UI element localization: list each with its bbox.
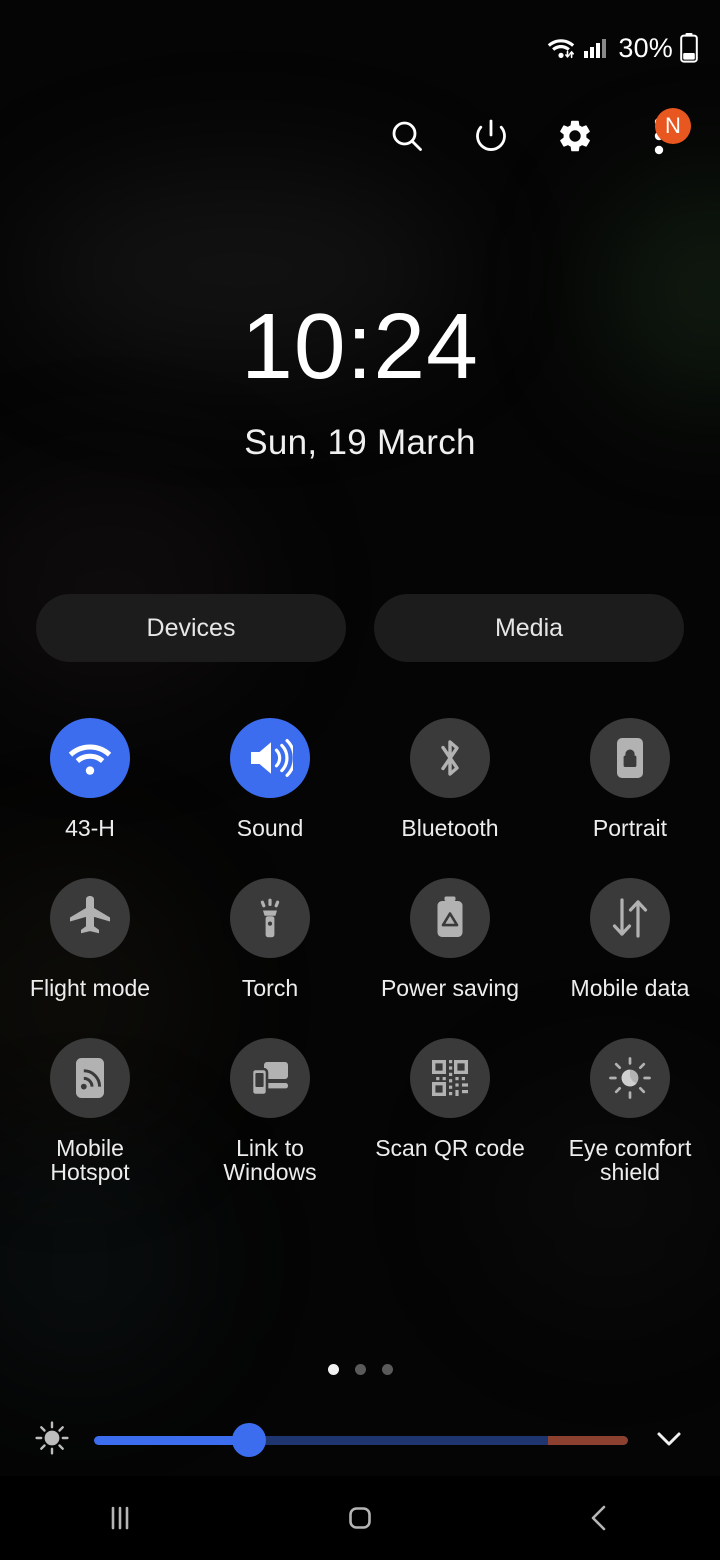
tile-scan-qr-code[interactable]: Scan QR code — [360, 1038, 540, 1184]
page-indicator[interactable] — [0, 1364, 720, 1375]
eye-comfort-icon — [590, 1038, 670, 1119]
media-button[interactable]: Media — [374, 594, 684, 662]
tile-label: Torch — [241, 975, 299, 1002]
brightness-warm-range — [547, 1435, 628, 1445]
power-icon[interactable] — [468, 113, 514, 159]
brightness-slider[interactable] — [94, 1419, 628, 1461]
notification-badge: N — [655, 108, 691, 144]
page-dot[interactable] — [381, 1364, 393, 1375]
tile-mobile-hotspot[interactable]: Mobile Hotspot — [0, 1038, 180, 1186]
tile-label: Sound — [236, 815, 304, 841]
brightness-sun-icon — [34, 1420, 70, 1461]
tile-label: Link to Windows — [223, 1135, 317, 1186]
devices-button[interactable]: Devices — [36, 594, 346, 662]
tile-link-to-windows[interactable]: Link to Windows — [180, 1038, 360, 1186]
battery-percentage: 30% — [618, 32, 673, 63]
tile-label: 43-H — [65, 815, 115, 841]
cellular-signal-icon — [583, 36, 607, 60]
home-icon[interactable] — [305, 1476, 415, 1560]
wallpaper-glow — [0, 470, 260, 710]
tile-label: Eye comfort shield — [568, 1135, 692, 1186]
tile-label: Bluetooth — [401, 815, 499, 841]
hotspot-icon — [50, 1038, 130, 1119]
brightness-row — [0, 1414, 720, 1466]
tile-torch[interactable]: Torch — [180, 878, 360, 1000]
tile-wifi[interactable]: 43-H — [0, 718, 180, 840]
more-vertical-icon[interactable]: N — [636, 108, 691, 159]
tile-flight-mode[interactable]: Flight mode — [0, 878, 180, 1000]
tile-label: Portrait — [592, 815, 668, 841]
rotation-lock-icon — [590, 718, 670, 798]
tile-mobile-data[interactable]: Mobile data — [540, 878, 720, 1000]
brightness-fill — [94, 1435, 249, 1445]
search-icon[interactable] — [384, 113, 430, 159]
tile-eye-comfort-shield[interactable]: Eye comfort shield — [540, 1038, 720, 1186]
navigation-bar — [0, 1476, 720, 1560]
tile-portrait[interactable]: Portrait — [540, 718, 720, 840]
back-icon[interactable] — [545, 1476, 655, 1560]
volume-icon — [230, 718, 310, 798]
gear-icon[interactable] — [552, 113, 598, 159]
brightness-track — [94, 1435, 628, 1445]
tile-power-saving[interactable]: Power saving — [360, 878, 540, 1000]
tile-label: Scan QR code — [375, 1135, 525, 1162]
clock-date: Sun, 19 March — [244, 423, 476, 462]
tile-label: Mobile Hotspot — [50, 1135, 130, 1186]
wifi-icon — [50, 718, 130, 798]
panel-header-actions: N — [0, 105, 720, 167]
battery-saver-icon — [410, 878, 490, 959]
clock-block[interactable]: 10:24 Sun, 19 March — [0, 300, 720, 463]
tile-bluetooth[interactable]: Bluetooth — [360, 718, 540, 840]
link-to-windows-icon — [230, 1038, 310, 1119]
tile-sound[interactable]: Sound — [180, 718, 360, 840]
flashlight-icon — [230, 878, 310, 959]
quick-settings-tiles: 43-H Sound Bluetooth Portrait Flight mode Tor… — [0, 718, 720, 1185]
clock-time: 10:24 — [241, 294, 479, 398]
tile-label: Power saving — [380, 975, 520, 1002]
brightness-thumb[interactable] — [231, 1423, 266, 1457]
page-dot[interactable] — [327, 1364, 339, 1375]
status-bar: 30% — [0, 0, 720, 96]
page-dot[interactable] — [354, 1364, 366, 1375]
chevron-down-icon[interactable] — [652, 1421, 686, 1460]
recents-icon[interactable] — [65, 1476, 175, 1560]
bluetooth-icon — [410, 718, 490, 798]
wifi-transfer-icon — [546, 35, 576, 61]
airplane-icon — [50, 878, 130, 959]
qr-code-icon — [410, 1038, 490, 1119]
battery-icon — [680, 33, 698, 63]
shortcut-row: Devices Media — [36, 594, 684, 662]
tile-label: Flight mode — [29, 975, 151, 1002]
data-arrows-icon — [590, 878, 670, 959]
tile-label: Mobile data — [570, 975, 690, 1002]
quick-settings-panel: 30% N 10:24 Sun, 19 March Devices Media … — [0, 0, 720, 1560]
